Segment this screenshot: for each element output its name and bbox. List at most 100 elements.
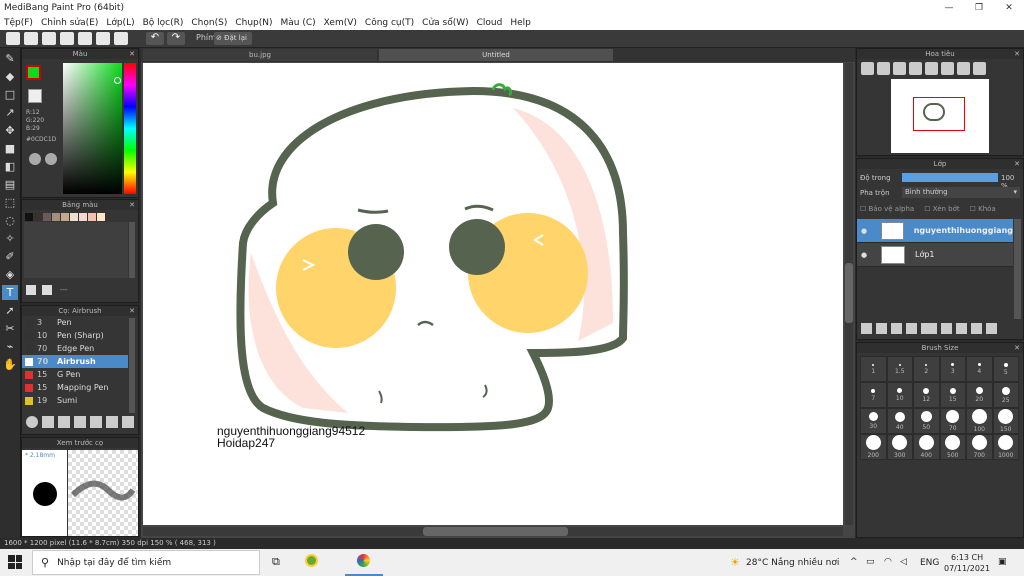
palette-swatch[interactable] [61,213,69,221]
menu-filter[interactable]: Bộ lọc(R) [139,18,188,28]
menu-file[interactable]: Tệp(F) [0,18,37,28]
brush-item[interactable]: 10 Pen (Sharp) [22,329,128,342]
fit-icon[interactable] [893,62,906,75]
note-icon[interactable] [60,32,74,45]
folder-icon[interactable] [941,323,952,334]
palette-swatch[interactable] [70,213,78,221]
bucket-tool-icon[interactable]: ◧ [2,159,18,174]
operation-tool-icon[interactable]: ➚ [2,303,18,318]
app-icon[interactable] [305,554,318,567]
brush-delete-icon[interactable] [106,416,118,428]
brush-size-cell[interactable]: 100 [966,408,993,434]
palette-swatch[interactable] [34,213,42,221]
brush-size-cell[interactable]: 400 [913,434,940,460]
page-icon[interactable] [78,32,92,45]
grid-icon[interactable] [96,32,110,45]
brush-size-cell[interactable]: 700 [966,434,993,460]
rotate-right-icon[interactable] [941,62,954,75]
brush-folder-icon[interactable] [74,416,86,428]
windows-start-icon[interactable] [8,555,22,569]
saturation-value-picker[interactable] [63,63,122,194]
eraser-tool-icon[interactable]: ◆ [2,69,18,84]
canvas-vertical-scrollbar[interactable] [845,63,853,525]
new-palette-icon[interactable] [26,285,36,295]
gradient-tool-icon[interactable]: ▤ [2,177,18,192]
select-eraser-icon[interactable]: ◈ [2,267,18,282]
menu-edit[interactable]: Chỉnh sửa(E) [37,18,102,28]
menu-help[interactable]: Help [506,18,535,28]
layer-scrollbar[interactable] [1014,219,1021,319]
add-layer-menu-icon[interactable] [921,323,937,334]
close-icon[interactable]: ✕ [1014,159,1020,169]
dot-tool-icon[interactable]: ↗ [2,105,18,120]
volume-icon[interactable]: ◁ [900,557,907,567]
palette-swatch[interactable] [43,213,51,221]
brush-tool-icon[interactable]: ✎ [2,51,18,66]
fill-rect-icon[interactable]: ■ [2,141,18,156]
brush-size-cell[interactable]: 1000 [992,434,1019,460]
brush-size-cell[interactable]: 15 [939,382,966,408]
navigator-thumbnail[interactable] [891,79,989,153]
magic-wand-icon[interactable]: ✧ [2,231,18,246]
flip-icon[interactable] [973,62,986,75]
rotate-left-icon[interactable] [925,62,938,75]
brush-size-cell[interactable]: 150 [992,408,1019,434]
brush-duplicate-icon[interactable] [122,416,134,428]
menu-color[interactable]: Màu (C) [277,18,320,28]
menu-snap[interactable]: Chụp(N) [231,18,276,28]
select-pen-icon[interactable]: ✐ [2,249,18,264]
brush-size-cell[interactable]: 25 [992,382,1019,408]
palette-swatch[interactable] [52,213,60,221]
brush-item[interactable]: 15 G Pen [22,368,128,381]
color-wheel-icon[interactable] [29,153,41,165]
protect-alpha-checkbox[interactable]: ☐ Bảo vệ alpha [860,205,914,213]
brush-item[interactable]: 19 Sumi [22,394,128,407]
opacity-slider[interactable] [902,173,998,182]
palette-swatch[interactable] [97,213,105,221]
menu-cloud[interactable]: Cloud [473,18,507,28]
brush-size-cell[interactable]: 20 [966,382,993,408]
brush-new-icon[interactable] [42,416,54,428]
hand-tool-icon[interactable]: ✋ [2,357,18,372]
move-tool-icon[interactable]: ✥ [2,123,18,138]
actual-size-icon[interactable] [909,62,922,75]
brush-add-icon[interactable] [26,416,38,428]
brush-item[interactable]: 15 Mapping Pen [22,381,128,394]
hue-slider[interactable] [124,63,136,194]
visibility-icon[interactable]: ● [861,227,871,235]
foreground-color-swatch[interactable] [26,65,41,80]
blend-select[interactable]: Bình thường ▾ [902,187,1020,198]
menu-select[interactable]: Chọn(S) [187,18,231,28]
palette-swatch[interactable] [25,213,33,221]
background-color-swatch[interactable] [28,89,42,103]
brush-size-cell[interactable]: 1 [860,356,887,382]
close-icon[interactable]: ✕ [129,49,135,59]
reset-rotation-icon[interactable] [957,62,970,75]
color-picker-icon[interactable] [45,153,57,165]
language-indicator[interactable]: ENG [920,558,939,568]
comment-icon[interactable] [42,32,56,45]
brush-settings-icon[interactable] [58,416,70,428]
merge-down-icon[interactable] [971,323,982,334]
eyedropper-icon[interactable]: ⌁ [2,339,18,354]
menu-window[interactable]: Cửa sổ(W) [418,18,472,28]
zoom-in-icon[interactable] [861,62,874,75]
maximize-button[interactable]: ❐ [964,0,994,15]
wifi-icon[interactable]: ◠ [884,557,892,567]
brush-size-cell[interactable]: 40 [886,408,913,434]
reset-button[interactable]: ⊘ Đặt lại [214,32,252,45]
brush-size-cell[interactable]: 4 [966,356,993,382]
new-1bit-layer-icon[interactable] [906,323,917,334]
notification-icon[interactable]: ▣ [998,557,1007,567]
cloud-icon[interactable] [6,32,20,45]
brush-size-cell[interactable]: 50 [913,408,940,434]
brush-size-cell[interactable]: 2 [913,356,940,382]
menu-tools[interactable]: Công cụ(T) [361,18,418,28]
lock-checkbox[interactable]: ☐ Khóa [970,205,996,213]
weather-text[interactable]: 28°C Nắng nhiều nơi [746,558,839,568]
brush-size-cell[interactable]: 10 [886,382,913,408]
close-button[interactable]: ✕ [994,0,1024,15]
tab-bu-jpg[interactable]: bu.jpg [143,49,377,61]
clock[interactable]: 6:13 CH 07/11/2021 [944,552,990,574]
brush-size-cell[interactable]: 7 [860,382,887,408]
